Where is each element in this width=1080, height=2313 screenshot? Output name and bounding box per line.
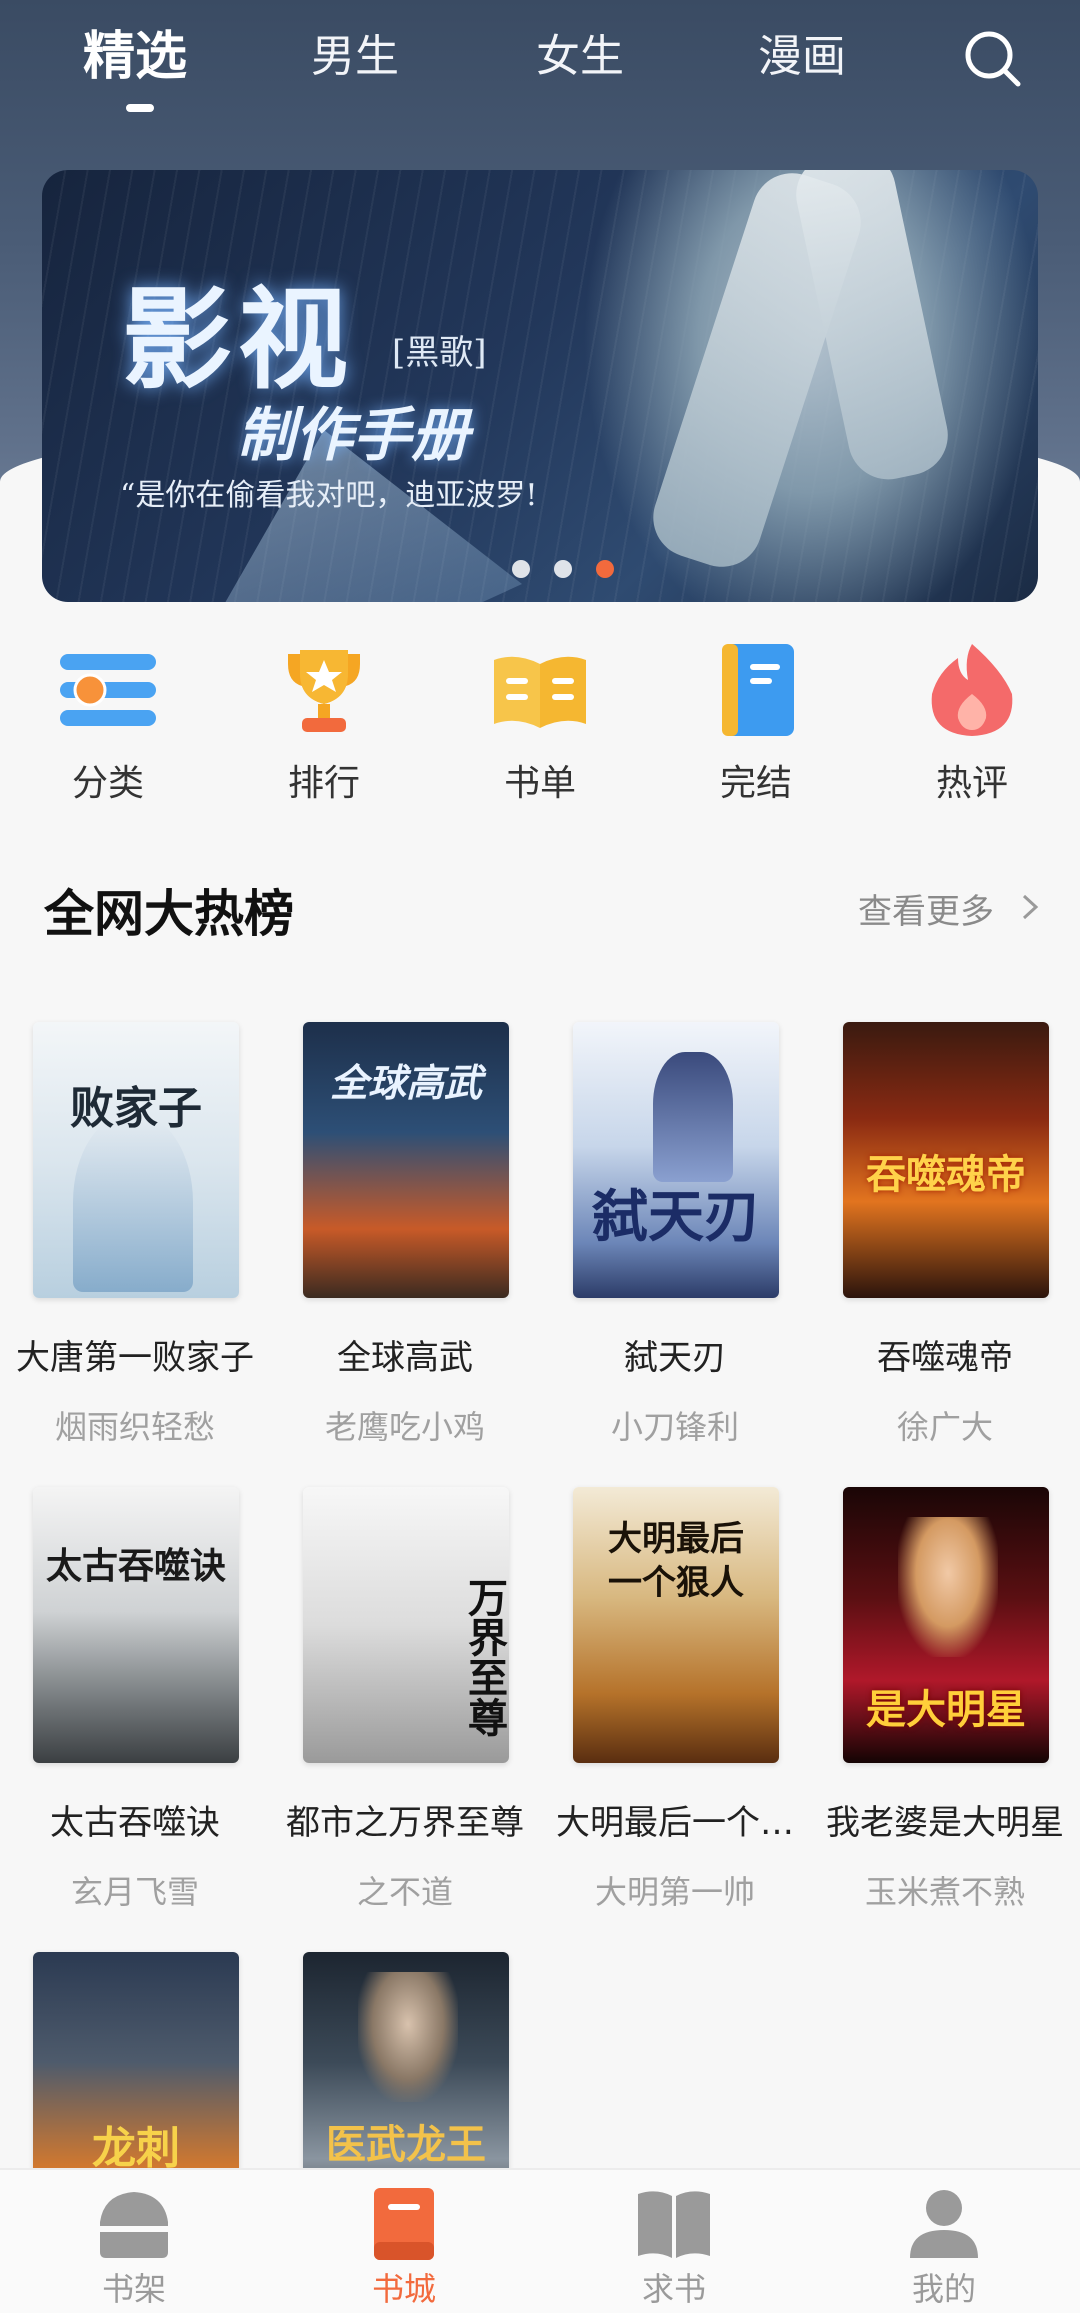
category-label: 排行: [287, 763, 360, 804]
top-tab-bar: 精选 男生 女生 漫画: [0, 0, 1080, 120]
book-author: 徐广大: [896, 1408, 993, 1446]
banner-pagination: [512, 560, 614, 580]
cover-figure: [73, 1112, 193, 1292]
category-classify[interactable]: 分类: [38, 630, 178, 810]
banner-dot[interactable]: [554, 560, 572, 578]
book-title: 大唐第一败家子: [16, 1338, 254, 1378]
section-title: 全网大热榜: [44, 885, 294, 943]
category-booklist[interactable]: 书单: [470, 630, 610, 810]
book-cover[interactable]: 大明最后一个狠人: [573, 1487, 779, 1763]
promo-banner[interactable]: 影视 [黑歌] 制作手册 “是你在偷看我对吧，迪亚波罗!: [42, 170, 1038, 602]
book-author: 玉米煮不熟: [864, 1873, 1025, 1911]
category-hot-reviews[interactable]: 热评: [902, 630, 1042, 810]
category-ranking[interactable]: 排行: [254, 630, 394, 810]
bottom-navigation: 书架 书城 求书 我的: [0, 2168, 1080, 2313]
cover-figure: [653, 1052, 733, 1182]
book-title: 我老婆是大明星: [826, 1803, 1064, 1843]
book-cover[interactable]: 太古吞噬诀: [33, 1487, 239, 1763]
nav-label: 求书: [641, 2270, 706, 2308]
active-tab-indicator: [126, 104, 154, 112]
cover-title: 龙刺: [92, 2123, 180, 2174]
book-title: 都市之万界至尊: [286, 1803, 524, 1843]
book-cover[interactable]: 吞噬魂帝: [843, 1022, 1049, 1298]
nav-label: 书城: [371, 2270, 436, 2308]
quick-category-row: 分类 排行 书单 完结 热评: [0, 630, 1080, 810]
category-icon: [60, 654, 156, 726]
book-author: 之不道: [356, 1873, 453, 1911]
cover-figure: [898, 1517, 998, 1657]
tab-female[interactable]: 女生: [520, 22, 640, 92]
nav-request-book[interactable]: 求书: [574, 2170, 774, 2313]
book-author: 烟雨织轻愁: [54, 1408, 215, 1446]
cover-title: 弑天刃: [592, 1184, 760, 1250]
bookshelf-icon: [100, 2192, 168, 2258]
nav-label: 我的: [911, 2270, 976, 2308]
book-cover[interactable]: 败家子: [33, 1022, 239, 1298]
book-title: 大明最后一个…: [556, 1803, 794, 1843]
finished-book-icon: [722, 644, 794, 736]
book-author: 小刀锋利: [610, 1408, 739, 1446]
category-label: 书单: [503, 763, 576, 804]
tab-comics[interactable]: 漫画: [742, 22, 862, 92]
book-author: 玄月飞雪: [70, 1873, 199, 1911]
banner-quote: “是你在偷看我对吧，迪亚波罗!: [120, 478, 538, 513]
cover-title: 是大明星: [866, 1686, 1026, 1733]
cover-title: 吞噬魂帝: [866, 1151, 1026, 1198]
category-label: 热评: [935, 763, 1008, 804]
search-icon: [965, 31, 1021, 87]
bookstore-icon: [374, 2188, 434, 2260]
search-button[interactable]: [962, 28, 1024, 90]
open-book-icon: [494, 656, 586, 728]
book-title: 弑天刃: [624, 1338, 726, 1378]
banner-title: 影视: [122, 275, 354, 404]
request-book-icon: [638, 2191, 710, 2258]
cover-title: 大明最后一个狠人: [608, 1519, 744, 1603]
book-cover[interactable]: 是大明星: [843, 1487, 1049, 1763]
cover-figure: [358, 1972, 458, 2102]
nav-label: 书架: [101, 2270, 166, 2308]
book-title: 吞噬魂帝: [877, 1338, 1013, 1378]
nav-profile[interactable]: 我的: [844, 2170, 1044, 2313]
chevron-right-icon[interactable]: [1018, 890, 1042, 924]
book-cover[interactable]: 全球高武: [303, 1022, 509, 1298]
banner-tag: [黑歌]: [392, 333, 487, 373]
flame-icon: [931, 644, 1013, 736]
profile-icon: [910, 2190, 978, 2258]
book-cover[interactable]: 弑天刃: [573, 1022, 779, 1298]
book-title: 太古吞噬诀: [50, 1803, 220, 1843]
banner-subtitle: 制作手册: [237, 401, 470, 469]
cover-title: 医武龙王: [326, 2121, 486, 2168]
banner-dot[interactable]: [512, 560, 530, 578]
cover-title: 万界至尊: [461, 1577, 508, 1737]
tab-featured[interactable]: 精选: [70, 22, 200, 92]
trophy-icon: [288, 650, 360, 732]
nav-bookstore[interactable]: 书城: [304, 2170, 504, 2313]
book-title: 全球高武: [337, 1338, 473, 1378]
category-finished[interactable]: 完结: [686, 630, 826, 810]
tab-male[interactable]: 男生: [295, 22, 415, 92]
banner-dot-active[interactable]: [596, 560, 614, 578]
book-author: 大明第一帅: [594, 1873, 755, 1911]
category-label: 分类: [71, 763, 144, 804]
category-label: 完结: [719, 763, 792, 804]
cover-title: 太古吞噬诀: [45, 1545, 226, 1587]
cover-title: 全球高武: [329, 1060, 482, 1105]
book-author: 老鹰吃小鸡: [324, 1408, 485, 1446]
cover-title: 败家子: [70, 1083, 202, 1134]
see-more-link[interactable]: 查看更多: [858, 884, 994, 933]
book-cover[interactable]: 万界至尊: [303, 1487, 509, 1763]
nav-bookshelf[interactable]: 书架: [34, 2170, 234, 2313]
